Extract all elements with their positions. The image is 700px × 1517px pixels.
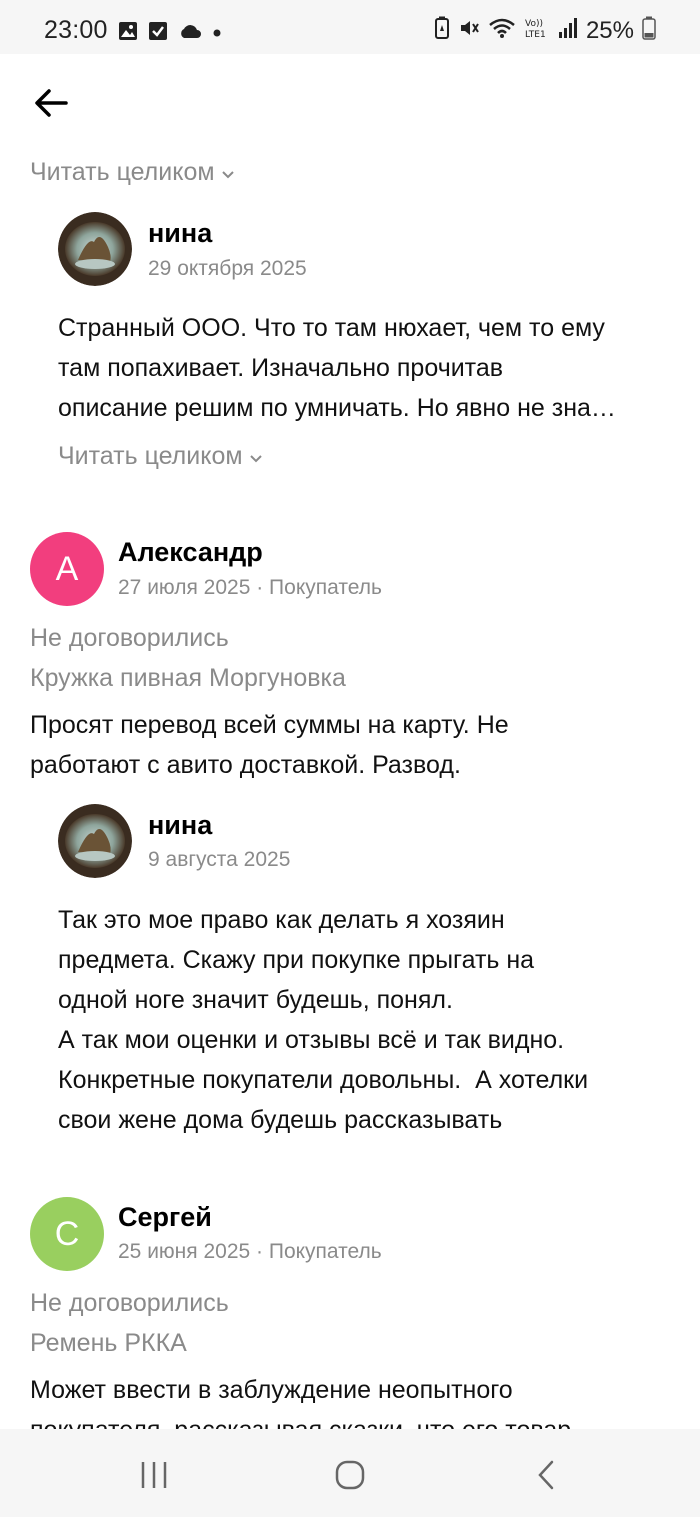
avatar[interactable]: А [30, 532, 104, 606]
dot-icon [212, 25, 222, 43]
nav-back-button[interactable] [526, 1455, 566, 1495]
home-icon [335, 1460, 365, 1490]
avatar[interactable] [58, 804, 132, 878]
review-date-meta: 25 июня 2025 · Покупатель [118, 1240, 382, 1263]
mute-icon [458, 17, 480, 44]
nav-back-icon [538, 1460, 554, 1490]
reply-text-line: предмета. Скажу при покупке прыгать на [58, 946, 535, 974]
status-bar: 23:00 Vo)) LTE1 25% [0, 0, 700, 54]
reply-text-line: А так мои оценки и отзывы всё и так видн… [58, 1026, 565, 1054]
review-text-line: покупателя, рассказывая сказки, что его … [30, 1416, 572, 1430]
reply-text: Так это мое право как делать я хозяин пр… [58, 900, 678, 1140]
review-text-line: Просят перевод всей суммы на карту. Не [30, 711, 509, 739]
back-button[interactable] [30, 82, 72, 124]
review-text-line: работают с авито доставкой. Развод. [30, 751, 461, 779]
deal-item[interactable]: Ремень РККА [30, 1329, 187, 1358]
battery-percent: 25% [585, 16, 634, 44]
reply-text-line: одной ноге значит будешь, понял. [58, 986, 453, 1014]
reviewer-name[interactable]: Сергей [118, 1202, 212, 1233]
read-more-link[interactable]: Читать целиком [58, 442, 263, 471]
reviewer-name[interactable]: Александр [118, 537, 263, 568]
seller-avatar-image [58, 804, 132, 878]
chevron-down-icon [221, 170, 234, 178]
deal-item[interactable]: Кружка пивная Моргуновка [30, 664, 346, 693]
signal-icon [558, 17, 578, 44]
reply-text-line: Странный ООО. Что то там нюхает, чем то … [58, 314, 605, 342]
read-more-link[interactable]: Читать целиком [30, 158, 235, 187]
avatar-letter: С [54, 1214, 80, 1253]
read-more-label: Читать целиком [30, 158, 215, 186]
review-text-line: Может ввести в заблуждение неопытного [30, 1376, 513, 1404]
reply-text-line: описание решим по умничать. Но явно не з… [58, 394, 616, 422]
svg-text:LTE1: LTE1 [525, 30, 546, 39]
cloud-icon [178, 22, 202, 45]
wifi-icon [488, 17, 516, 44]
reply-text-line: Так это мое право как делать я хозяин [58, 906, 505, 934]
read-more-label: Читать целиком [58, 442, 243, 470]
arrow-left-icon [35, 89, 68, 117]
battery-icon [642, 16, 656, 45]
reply-text: Странный ООО. Что то там нюхает, чем то … [58, 308, 678, 428]
reply-text-line: Конкретные покупатели довольны. А хотелк… [58, 1066, 589, 1094]
reply-text-line: там попахивает. Изначально прочитав [58, 354, 504, 382]
reply-date: 9 августа 2025 [148, 848, 291, 871]
reply-author-name: нина [148, 218, 213, 248]
deal-status: Не договорились [30, 624, 229, 652]
review-date-meta: 27 июля 2025 · Покупатель [118, 576, 382, 599]
status-time: 23:00 [44, 16, 108, 44]
reply-text-line: свои жене дома будешь рассказывать [58, 1106, 503, 1134]
system-nav-bar [0, 1429, 700, 1517]
battery-saver-icon [434, 16, 450, 45]
volte-icon: Vo)) LTE1 [524, 17, 550, 44]
reply-date: 29 октября 2025 [148, 257, 307, 280]
review-text: Просят перевод всей суммы на карту. Не р… [30, 705, 680, 785]
check-box-icon [148, 21, 168, 46]
recent-apps-icon [141, 1462, 167, 1488]
avatar[interactable] [58, 212, 132, 286]
chevron-down-icon [249, 454, 262, 462]
status-right-icons: Vo)) LTE1 25% [434, 16, 656, 45]
avatar[interactable]: С [30, 1197, 104, 1271]
seller-avatar-image [58, 212, 132, 286]
deal-status: Не договорились [30, 1289, 229, 1317]
home-button[interactable] [330, 1455, 370, 1495]
review-text: Может ввести в заблуждение неопытного по… [30, 1370, 690, 1430]
reply-author-name: нина [148, 810, 213, 840]
image-icon [118, 21, 138, 46]
avatar-letter: А [55, 549, 79, 588]
recent-apps-button[interactable] [134, 1455, 174, 1495]
svg-text:Vo)): Vo)) [525, 19, 543, 29]
status-left-icons [118, 21, 222, 46]
